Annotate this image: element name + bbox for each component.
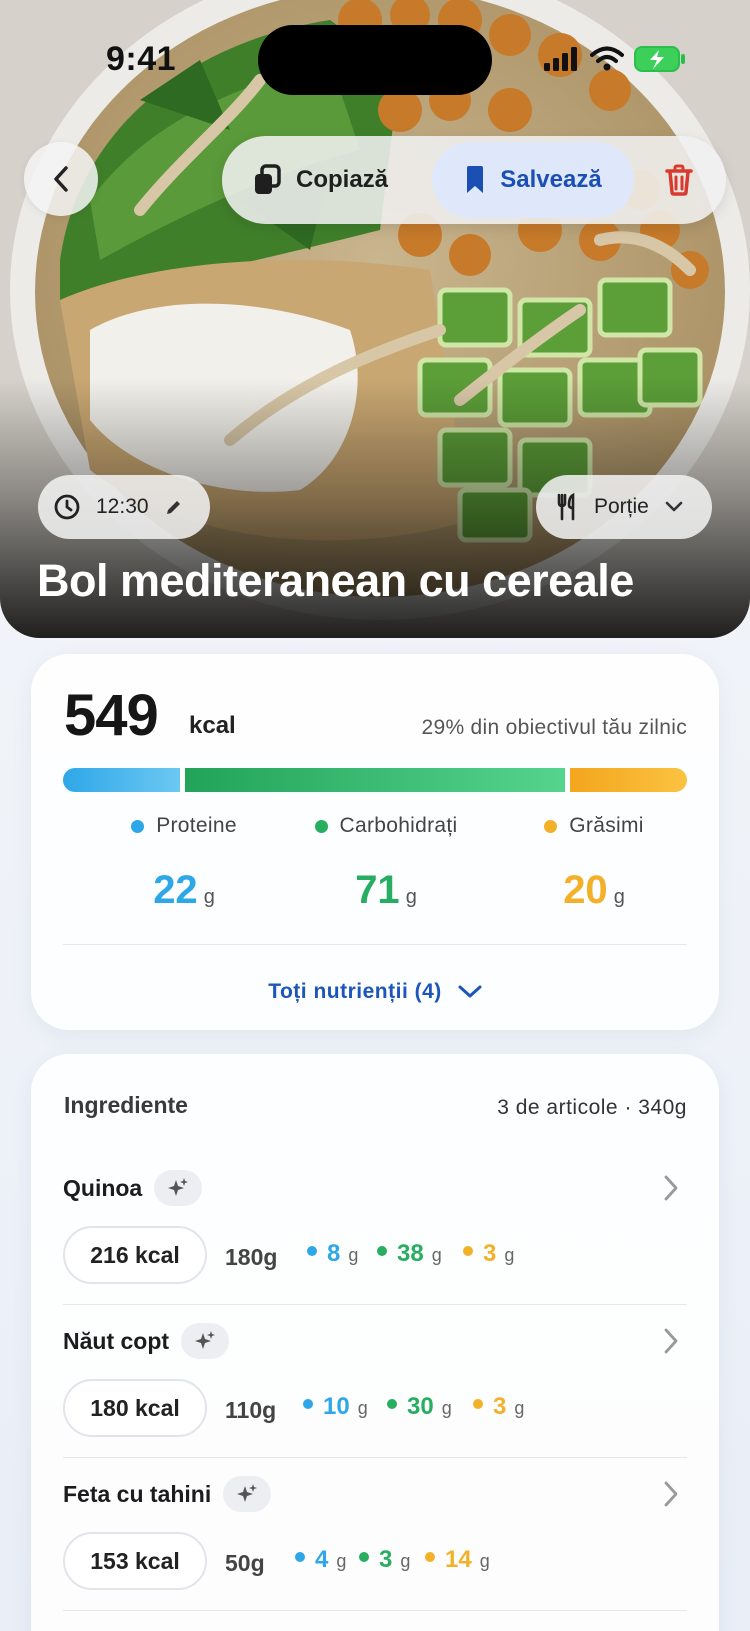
macro-bar-carbs — [184, 768, 566, 792]
ai-sparkle-badge — [154, 1170, 203, 1206]
fat-dot — [544, 819, 558, 833]
calories-unit: kcal — [189, 712, 236, 739]
chevron-left-icon — [54, 166, 68, 192]
ingredient-carbs: 3g — [359, 1546, 410, 1574]
save-button[interactable]: Salvează — [432, 142, 634, 218]
copy-label: Copiază — [296, 166, 389, 193]
ingredient-fat: 14 g — [425, 1546, 490, 1574]
ai-sparkle-badge — [223, 1476, 272, 1512]
ingredient-kcal: 216 kcal — [63, 1226, 207, 1284]
fork-knife-icon — [557, 493, 575, 521]
macro-value: 20 — [563, 868, 608, 912]
ingredient-row[interactable]: Năut copt 180 kcal 110g 10 g 30 g 3g — [63, 1305, 687, 1458]
ingredient-carbs: 30 g — [387, 1393, 452, 1421]
ingredient-protein: 10 g — [303, 1393, 368, 1421]
macro-label: Proteine — [156, 814, 237, 837]
chevron-down-icon — [665, 501, 683, 512]
ingredient-protein: 4g — [295, 1546, 346, 1574]
ingredient-name: Feta cu tahini — [63, 1480, 212, 1507]
macro-unit: g — [613, 886, 625, 908]
protein-dot — [131, 819, 145, 833]
save-label: Salvează — [500, 166, 602, 193]
sparkle-icon — [168, 1178, 189, 1196]
dynamic-island — [258, 25, 492, 95]
status-bar: 9:41 — [0, 0, 750, 120]
action-bar: Copiază Salvează — [222, 136, 726, 224]
macro-unit: g — [405, 886, 417, 908]
chevron-right-icon — [664, 1481, 678, 1507]
divider — [63, 944, 687, 945]
trash-icon — [665, 164, 693, 196]
signal-icon — [544, 47, 577, 71]
ingredients-summary: 3 de articole · 340g — [497, 1096, 687, 1119]
macro-value: 22 — [153, 868, 198, 912]
delete-button[interactable] — [654, 136, 704, 224]
ingredient-protein: 8g — [307, 1240, 358, 1268]
ingredient-name: Năut copt — [63, 1327, 170, 1354]
hero-image: 9:41 Copiază Salvează 12:30 Porție Bol m… — [0, 0, 750, 638]
ingredient-kcal: 153 kcal — [63, 1532, 207, 1590]
macro-fat: Grăsimi 20 g — [504, 814, 684, 913]
meal-time-button[interactable]: 12:30 — [38, 475, 210, 539]
ingredient-carbs: 38 g — [377, 1240, 442, 1268]
sparkle-icon — [237, 1484, 258, 1502]
ingredient-kcal: 180 kcal — [63, 1379, 207, 1437]
clock-icon — [54, 494, 80, 520]
copy-button[interactable]: Copiază — [252, 136, 388, 224]
copy-icon — [255, 164, 281, 194]
macro-carbs: Carbohidrați 71 g — [296, 814, 476, 913]
status-time: 9:41 — [106, 40, 177, 78]
battery-charging-icon — [634, 46, 685, 72]
ingredient-fat: 3g — [473, 1393, 524, 1421]
status-icons — [544, 46, 686, 72]
ingredient-fat: 3g — [463, 1240, 514, 1268]
ingredients-card: Ingrediente 3 de articole · 340g Quinoa … — [31, 1054, 719, 1631]
ingredient-name: Quinoa — [63, 1174, 143, 1201]
bookmark-icon — [467, 166, 484, 193]
ingredient-row[interactable]: Feta cu tahini 153 kcal 50g 4g 3g 14 g — [63, 1458, 687, 1611]
portion-dropdown[interactable]: Porție — [536, 475, 712, 539]
all-nutrients-label: Toți nutrienții (4) — [268, 980, 442, 1003]
carbs-dot — [314, 819, 328, 833]
pencil-icon — [166, 501, 180, 514]
macro-label: Carbohidrați — [339, 814, 458, 837]
calories-value: 549 — [64, 683, 159, 748]
divider — [63, 1610, 687, 1611]
ingredient-grams: 50g — [225, 1550, 265, 1576]
macro-protein: Proteine 22 g — [94, 814, 274, 913]
ingredient-grams: 180g — [225, 1244, 278, 1270]
chevron-down-icon — [458, 985, 482, 998]
macro-bar-fat — [570, 768, 687, 792]
macro-bar — [63, 768, 687, 792]
daily-goal-text: 29% din obiectivul tău zilnic — [421, 716, 687, 739]
wifi-icon — [590, 46, 624, 71]
ingredient-row[interactable]: Quinoa 216 kcal 180g 8g 38 g 3g — [63, 1152, 687, 1305]
nutrition-card: 549 kcal 29% din obiectivul tău zilnic P… — [31, 654, 719, 1030]
back-button[interactable] — [24, 142, 98, 216]
macro-value: 71 — [355, 868, 400, 912]
chevron-right-icon — [664, 1328, 678, 1354]
macro-unit: g — [203, 886, 215, 908]
chevron-right-icon — [664, 1175, 678, 1201]
ai-sparkle-badge — [181, 1323, 230, 1359]
ingredients-heading: Ingrediente — [64, 1092, 188, 1118]
macro-label: Grăsimi — [569, 814, 644, 837]
all-nutrients-toggle[interactable]: Toți nutrienții (4) — [31, 980, 719, 1004]
ingredient-grams: 110g — [225, 1397, 277, 1423]
portion-label: Porție — [594, 495, 649, 518]
sparkle-icon — [195, 1331, 216, 1349]
macro-bar-protein — [63, 768, 180, 792]
recipe-title: Bol mediteranean cu cereale — [37, 555, 634, 606]
meal-time-value: 12:30 — [96, 495, 149, 518]
